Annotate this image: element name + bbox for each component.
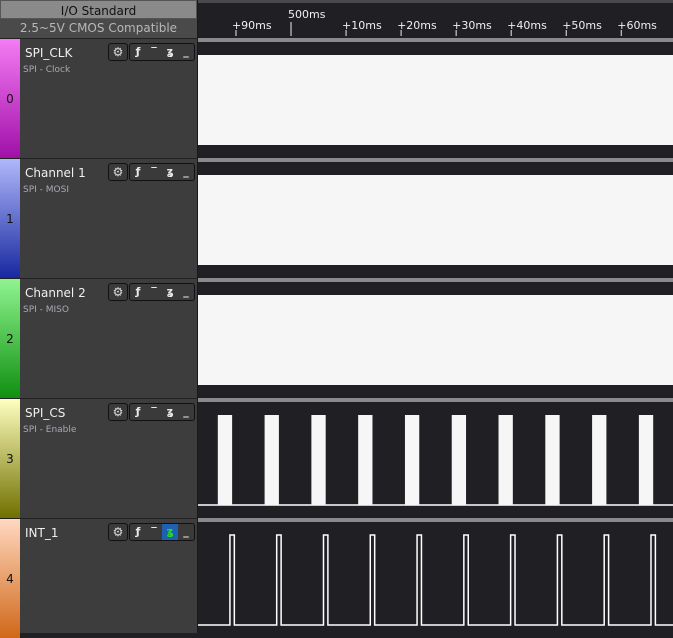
channel-subtitle: SPI - MOSI [23, 185, 69, 195]
signal-pulse [638, 415, 654, 505]
channel-color-tab[interactable]: 3 [0, 399, 20, 518]
channel-subtitle: SPI - Enable [23, 425, 77, 435]
signal-high-fill [198, 175, 673, 265]
gear-icon[interactable]: ⚙ [108, 403, 128, 421]
trigger-selector[interactable]: ƒ ‾ ʓ _ [129, 163, 195, 181]
channel-color-tab[interactable]: 1 [0, 159, 20, 278]
channel-separator [198, 158, 673, 162]
rising-edge-trigger-icon[interactable]: ƒ [130, 404, 146, 420]
low-level-trigger-icon[interactable]: _ [178, 44, 194, 60]
major-tick-label: 500ms [288, 8, 326, 21]
channel-panel: I/O Standard 2.5~5V CMOS Compatible 0 SP… [0, 0, 198, 638]
signal-pulse [592, 415, 607, 505]
tick-label: +20ms [397, 19, 437, 32]
channel-separator [198, 518, 673, 522]
channel-color-tab[interactable]: 4 [0, 519, 20, 638]
channel-name[interactable]: SPI_CS [25, 406, 65, 420]
falling-edge-trigger-icon[interactable]: ʓ [162, 404, 178, 420]
channel-name[interactable]: INT_1 [25, 526, 58, 540]
rising-edge-trigger-icon[interactable]: ƒ [130, 524, 146, 540]
channel-name[interactable]: Channel 2 [25, 286, 86, 300]
io-standard-title: I/O Standard [0, 0, 197, 19]
high-level-trigger-icon[interactable]: ‾ [146, 404, 162, 420]
low-level-trigger-icon[interactable]: _ [178, 164, 194, 180]
signal-pulse [311, 415, 326, 505]
tick-label: +30ms [452, 19, 492, 32]
channel-color-tab[interactable]: 2 [0, 279, 20, 398]
signal-pulse [451, 415, 467, 505]
high-level-trigger-icon[interactable]: ‾ [146, 44, 162, 60]
falling-edge-trigger-icon[interactable]: ʓ [162, 44, 178, 60]
channel-index: 2 [6, 331, 14, 346]
gear-icon[interactable]: ⚙ [108, 43, 128, 61]
channel-separator [198, 398, 673, 402]
gear-icon[interactable]: ⚙ [108, 163, 128, 181]
high-level-trigger-icon[interactable]: ‾ [146, 284, 162, 300]
rising-edge-trigger-icon[interactable]: ƒ [130, 164, 146, 180]
channel-name[interactable]: Channel 1 [25, 166, 86, 180]
top-border [198, 0, 673, 3]
low-level-trigger-icon[interactable]: _ [178, 524, 194, 540]
trigger-selector[interactable]: ƒ ‾ ʓ _ [129, 283, 195, 301]
low-level-trigger-icon[interactable]: _ [178, 404, 194, 420]
signal-pulse [545, 415, 560, 505]
channel-separator [198, 38, 673, 42]
falling-edge-trigger-icon[interactable]: ʓ [162, 284, 178, 300]
signal-pulse-trace [198, 534, 673, 626]
gear-icon[interactable]: ⚙ [108, 523, 128, 541]
channel-subtitle: SPI - MISO [23, 305, 69, 315]
channel-index: 0 [6, 91, 14, 106]
trigger-selector[interactable]: ƒ ‾ ʓ _ [129, 403, 195, 421]
channel-index: 4 [6, 571, 14, 586]
signal-pulse [217, 415, 233, 505]
gear-icon[interactable]: ⚙ [108, 283, 128, 301]
tick-label: +10ms [342, 19, 382, 32]
signal-pulse [264, 415, 279, 505]
high-level-trigger-icon[interactable]: ‾ [146, 524, 162, 540]
channel-0-header[interactable]: 0 SPI_CLK SPI - Clock ⚙ ƒ ‾ ʓ _ [0, 38, 197, 158]
channel-separator [198, 278, 673, 282]
waveform-area[interactable]: +90ms +10ms +20ms +30ms +40ms +50ms +60ms 500ms [198, 0, 673, 633]
signal-pulse [404, 415, 420, 505]
channel-1-header[interactable]: 1 Channel 1 SPI - MOSI ⚙ ƒ ‾ ʓ _ [0, 158, 197, 278]
signal-high-fill [198, 55, 673, 145]
tick-label: +40ms [507, 19, 547, 32]
tick-label: +50ms [562, 19, 602, 32]
channel-name[interactable]: SPI_CLK [25, 46, 72, 60]
rising-edge-trigger-icon[interactable]: ƒ [130, 284, 146, 300]
falling-edge-trigger-icon[interactable]: ʓ [162, 524, 178, 540]
tick-label: +90ms [232, 19, 272, 32]
rising-edge-trigger-icon[interactable]: ƒ [130, 44, 146, 60]
channel-color-tab[interactable]: 0 [0, 39, 20, 158]
tick-label: +60ms [617, 19, 657, 32]
io-standard-header: I/O Standard 2.5~5V CMOS Compatible [0, 0, 197, 38]
channel-index: 1 [6, 211, 14, 226]
high-level-trigger-icon[interactable]: ‾ [146, 164, 162, 180]
channel-index: 3 [6, 451, 14, 466]
signal-pulse [358, 415, 373, 505]
signal-high-fill [198, 295, 673, 385]
trigger-selector[interactable]: ƒ ‾ ʓ _ [129, 523, 195, 541]
trigger-selector[interactable]: ƒ ‾ ʓ _ [129, 43, 195, 61]
low-level-trigger-icon[interactable]: _ [178, 284, 194, 300]
channel-subtitle: SPI - Clock [23, 65, 71, 75]
channel-2-header[interactable]: 2 Channel 2 SPI - MISO ⚙ ƒ ‾ ʓ _ [0, 278, 197, 398]
io-standard-value[interactable]: 2.5~5V CMOS Compatible [0, 19, 197, 38]
channel-4-header[interactable]: 4 INT_1 ⚙ ƒ ‾ ʓ _ [0, 518, 197, 638]
falling-edge-trigger-icon[interactable]: ʓ [162, 164, 178, 180]
channel-3-header[interactable]: 3 SPI_CS SPI - Enable ⚙ ƒ ‾ ʓ _ [0, 398, 197, 518]
signal-pulse [498, 415, 513, 505]
